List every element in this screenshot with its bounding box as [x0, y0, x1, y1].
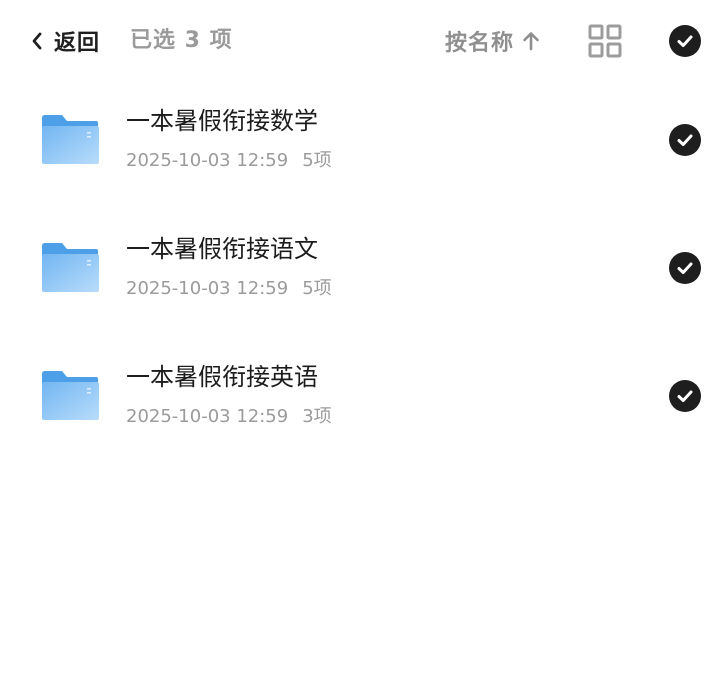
file-selection-page: 返回 已选 3 项 按名称 一本暑假衔接数学 2025-10-03 12:59 …: [0, 0, 712, 699]
grid-view-icon[interactable]: [588, 24, 622, 58]
back-label: 返回: [54, 31, 101, 56]
row-check-icon[interactable]: [669, 124, 701, 156]
folder-icon: [40, 240, 100, 296]
folder-name: 一本暑假衔接英语: [126, 363, 318, 391]
sort-label: 按名称: [445, 31, 515, 56]
folder-meta: 2025-10-03 12:59 5项: [126, 276, 332, 302]
folder-icon: [40, 368, 100, 424]
folder-name: 一本暑假衔接数学: [126, 107, 318, 135]
row-check-icon[interactable]: [669, 252, 701, 284]
list-item[interactable]: 一本暑假衔接语文 2025-10-03 12:59 5项: [0, 210, 712, 338]
arrow-up-icon: [522, 30, 540, 52]
folder-icon: [40, 112, 100, 168]
chevron-left-icon: [26, 29, 48, 53]
folder-date: 2025-10-03 12:59: [126, 150, 289, 171]
folder-item-count: 5项: [302, 150, 332, 171]
list-item[interactable]: 一本暑假衔接数学 2025-10-03 12:59 5项: [0, 82, 712, 210]
select-all-check-icon[interactable]: [669, 25, 701, 57]
folder-item-count: 5项: [302, 278, 332, 299]
file-list: 一本暑假衔接数学 2025-10-03 12:59 5项 一本暑假衔接语文 20…: [0, 82, 712, 466]
folder-date: 2025-10-03 12:59: [126, 406, 289, 427]
folder-date: 2025-10-03 12:59: [126, 278, 289, 299]
folder-item-count: 3项: [302, 406, 332, 427]
folder-name: 一本暑假衔接语文: [126, 235, 318, 263]
header-bar: 返回 已选 3 项 按名称: [0, 0, 712, 82]
selection-count: 已选 3 项: [130, 28, 233, 53]
back-button[interactable]: 返回: [26, 22, 100, 60]
list-item[interactable]: 一本暑假衔接英语 2025-10-03 12:59 3项: [0, 338, 712, 466]
folder-meta: 2025-10-03 12:59 5项: [126, 148, 332, 174]
sort-button[interactable]: 按名称: [445, 22, 540, 60]
row-check-icon[interactable]: [669, 380, 701, 412]
folder-meta: 2025-10-03 12:59 3项: [126, 404, 332, 430]
